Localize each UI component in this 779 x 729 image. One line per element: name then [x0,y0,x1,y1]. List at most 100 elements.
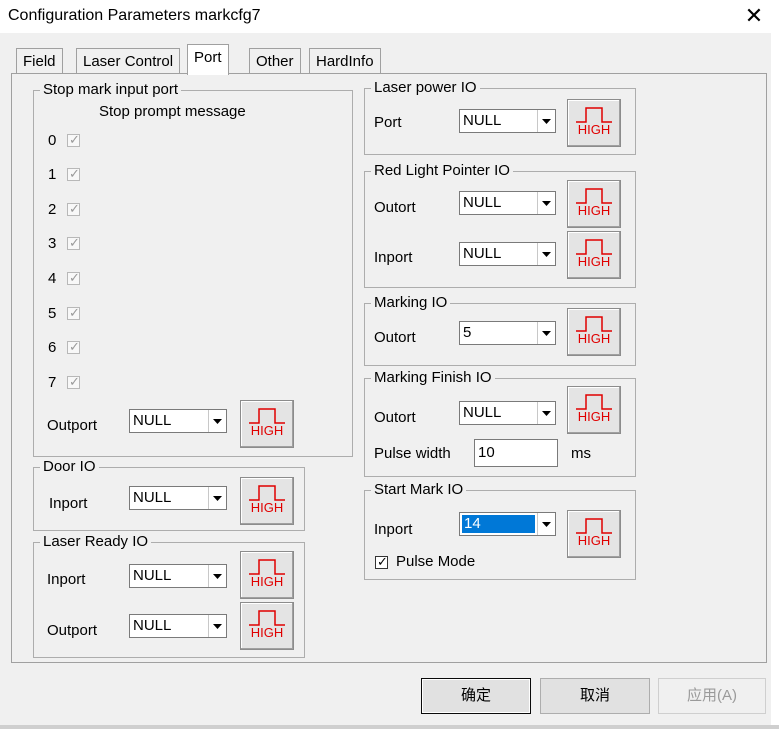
group-title: Door IO [40,458,99,476]
laser-ready-inport-select[interactable]: NULL [129,564,227,588]
close-icon[interactable]: ✕ [741,3,767,29]
port-7-checkbox[interactable]: ✓ [67,374,80,389]
level-text: HIGH [577,533,611,548]
laser-ready-outport-level-button[interactable]: HIGH [240,602,294,650]
port-0-label: 0 [48,132,57,149]
laser-power-level-button[interactable]: HIGH [567,99,621,147]
tab-port[interactable]: Port [187,44,229,75]
tab-other[interactable]: Other [249,48,301,74]
select-value: NULL [463,194,502,211]
port-2-label: 2 [48,201,57,218]
pulse-width-unit: ms [571,445,591,462]
dropdown-arrow-icon[interactable] [208,565,226,587]
marking-outort-label: Outort [374,329,416,346]
level-text: HIGH [577,122,611,137]
select-value: NULL [133,412,172,429]
laser-power-port-select[interactable]: NULL [459,109,556,133]
laser-ready-inport-label: Inport [47,571,86,588]
pulse-mode-label: Pulse Mode [396,553,476,570]
stop-prompt-label: Stop prompt message [99,103,246,120]
port-1-checkbox[interactable]: ✓ [67,166,80,181]
port-6-checkbox[interactable]: ✓ [67,339,80,354]
select-value: 14 [462,515,535,533]
marking-outort-select[interactable]: 5 [459,321,556,345]
select-value: NULL [463,112,502,129]
select-value: NULL [133,617,172,634]
level-text: HIGH [250,423,284,438]
check-icon: ✓ [69,374,80,389]
red-light-inport-level-button[interactable]: HIGH [567,231,621,279]
pulse-width-label: Pulse width [374,445,451,462]
start-mark-inport-select[interactable]: 14 [459,512,556,536]
group-title: Marking IO [371,294,451,312]
apply-button[interactable]: 应用(A) [658,678,766,714]
window-bottom-edge [0,725,779,729]
dropdown-arrow-icon[interactable] [537,110,555,132]
marking-finish-level-button[interactable]: HIGH [567,386,621,434]
check-icon: ✓ [69,201,80,216]
select-value: NULL [133,489,172,506]
red-light-outort-label: Outort [374,199,416,216]
start-mark-level-button[interactable]: HIGH [567,510,621,558]
red-light-inport-label: Inport [374,249,413,266]
select-value: NULL [463,404,502,421]
port-1-label: 1 [48,166,57,183]
tab-field[interactable]: Field [16,48,63,74]
level-text: HIGH [577,203,611,218]
door-inport-label: Inport [49,495,88,512]
level-text: HIGH [577,409,611,424]
check-icon: ✓ [69,270,80,285]
stop-outport-label: Outport [47,417,98,434]
tab-laser-control[interactable]: Laser Control [76,48,181,74]
port-4-label: 4 [48,270,57,287]
dropdown-arrow-icon[interactable] [537,192,555,214]
laser-ready-inport-level-button[interactable]: HIGH [240,551,294,599]
port-3-checkbox[interactable]: ✓ [67,235,80,250]
stop-outport-select[interactable]: NULL [129,409,227,433]
pulse-mode-checkbox[interactable]: ✓ [375,554,388,569]
port-2-checkbox[interactable]: ✓ [67,201,80,216]
door-inport-select[interactable]: NULL [129,486,227,510]
dropdown-arrow-icon[interactable] [208,487,226,509]
check-icon: ✓ [69,339,80,354]
dropdown-arrow-icon[interactable] [537,243,555,265]
stop-outport-level-button[interactable]: HIGH [240,400,294,448]
dropdown-arrow-icon[interactable] [537,513,555,535]
tab-hardinfo[interactable]: HardInfo [309,48,381,74]
port-5-checkbox[interactable]: ✓ [67,305,80,320]
level-text: HIGH [250,500,284,515]
group-title: Laser power IO [371,79,480,97]
window-edge [771,33,779,729]
group-title: Red Light Pointer IO [371,162,513,180]
dropdown-arrow-icon[interactable] [208,615,226,637]
red-light-outort-level-button[interactable]: HIGH [567,180,621,228]
check-icon: ✓ [377,554,388,569]
port-3-label: 3 [48,235,57,252]
check-icon: ✓ [69,166,80,181]
dropdown-arrow-icon[interactable] [208,410,226,432]
port-6-label: 6 [48,339,57,356]
level-text: HIGH [577,254,611,269]
dropdown-arrow-icon[interactable] [537,322,555,344]
door-inport-level-button[interactable]: HIGH [240,477,294,525]
ok-button[interactable]: 确定 [421,678,531,714]
cancel-button[interactable]: 取消 [540,678,650,714]
port-0-checkbox[interactable]: ✓ [67,132,80,147]
marking-finish-outort-select[interactable]: NULL [459,401,556,425]
tab-label: Laser Control [83,53,174,70]
port-4-checkbox[interactable]: ✓ [67,270,80,285]
dropdown-arrow-icon[interactable] [537,402,555,424]
start-mark-inport-label: Inport [374,521,413,538]
tab-label: Other [256,53,294,70]
laser-power-port-label: Port [374,114,402,131]
marking-outort-level-button[interactable]: HIGH [567,308,621,356]
red-light-inport-select[interactable]: NULL [459,242,556,266]
tab-label: Port [194,49,222,66]
laser-ready-outport-select[interactable]: NULL [129,614,227,638]
pulse-width-input[interactable]: 10 [474,439,558,467]
red-light-outort-select[interactable]: NULL [459,191,556,215]
input-value: 10 [478,444,495,461]
group-title: Stop mark input port [40,81,182,99]
tab-label: Field [23,53,56,70]
check-icon: ✓ [69,132,80,147]
